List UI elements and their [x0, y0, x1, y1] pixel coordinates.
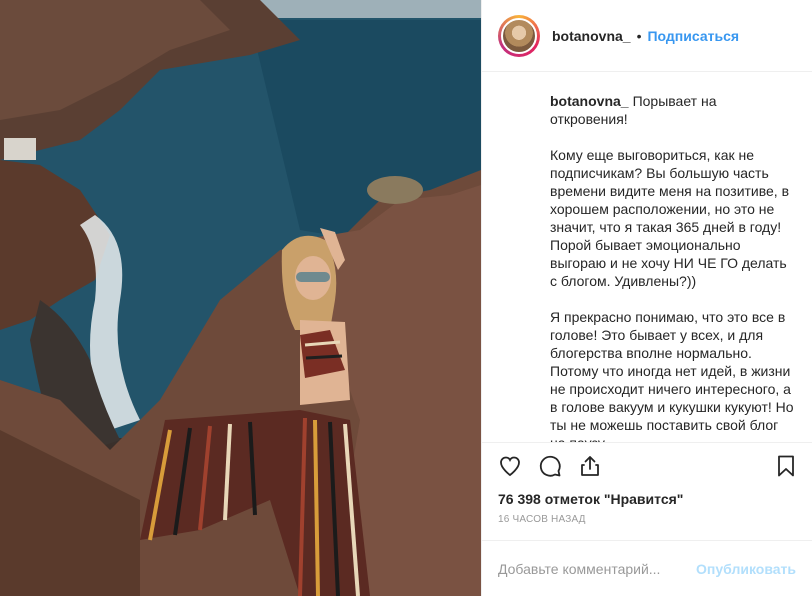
caption-paragraph-1: botanovna_ Порывает на откровения!	[550, 93, 717, 127]
comment-input[interactable]	[498, 560, 697, 577]
share-button[interactable]	[576, 452, 604, 480]
avatar[interactable]	[501, 17, 537, 54]
post-header: botanovna_ • Подписаться	[482, 0, 812, 72]
bookmark-icon	[778, 455, 794, 477]
caption-username[interactable]: botanovna_	[550, 93, 629, 109]
post-photo[interactable]	[0, 0, 481, 596]
comment-icon	[539, 456, 561, 478]
bookmark-button[interactable]	[772, 452, 800, 480]
separator-dot: •	[636, 27, 642, 44]
post-panel: botanovna_ • Подписаться botanovna_ Порыв…	[481, 0, 812, 596]
caption-paragraph-2: Кому еще выговориться, как не подписчика…	[550, 147, 790, 289]
caption-paragraph-3: Я прекрасно понимаю, что это все в голов…	[550, 309, 794, 442]
photo-illustration	[0, 0, 481, 596]
header-username[interactable]: botanovna_	[552, 28, 631, 44]
comment-button[interactable]	[536, 452, 564, 480]
publish-button[interactable]: Опубликовать	[696, 561, 796, 577]
comment-form: Опубликовать	[482, 540, 812, 596]
like-button[interactable]	[496, 452, 524, 480]
heart-icon	[500, 456, 520, 477]
post-time[interactable]: 16 часов назад	[482, 512, 812, 540]
avatar-ring[interactable]	[498, 14, 540, 57]
caption: botanovna_ Порывает на откровения! Кому е…	[482, 72, 812, 442]
likes-count[interactable]: 76 398 отметок "Нравится"	[482, 490, 812, 512]
action-bar	[482, 441, 812, 490]
share-icon	[581, 456, 599, 477]
follow-button[interactable]: Подписаться	[647, 28, 739, 44]
